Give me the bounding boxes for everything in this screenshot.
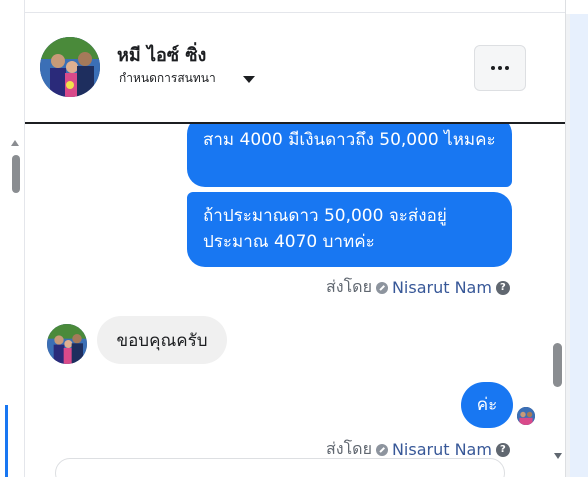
read-receipt-avatar (517, 407, 535, 425)
conversation-header: หมี ไอซ์ ซิ่ง กำหนดการสนทนา (25, 13, 565, 122)
left-panel-strip (0, 0, 25, 477)
sender-name-link[interactable]: Nisarut Nam (392, 278, 492, 297)
right-panel-divider (565, 0, 566, 477)
right-panel-top (565, 0, 588, 14)
help-icon[interactable]: ? (495, 442, 510, 457)
avatar-photo (47, 324, 87, 364)
messenger-window: หมี ไอซ์ ซิ่ง กำหนดการสนทนา สาม 4000 มีเ… (0, 0, 588, 477)
message-bubble-outgoing[interactable]: สาม 4000 มีเงินดาวถึง 50,000 ไหมคะ (187, 124, 512, 187)
more-options-button[interactable] (474, 45, 526, 91)
message-bubble-outgoing[interactable]: ถ้าประมาณดาว 50,000 จะส่งอยู่ประมาณ 4070… (187, 192, 512, 267)
avatar[interactable] (40, 37, 100, 97)
scroll-down-arrow[interactable] (554, 453, 562, 459)
composer-box[interactable] (55, 458, 505, 477)
left-scrollbar-thumb[interactable] (12, 155, 20, 193)
more-horizontal-icon (491, 66, 509, 70)
check-icon (375, 443, 388, 456)
chevron-down-icon[interactable] (243, 76, 255, 83)
message-bubble-incoming[interactable]: ขอบคุณครับ (97, 316, 227, 364)
message-list[interactable]: สาม 4000 มีเงินดาวถึง 50,000 ไหมคะ ถ้าปร… (25, 124, 565, 477)
sender-name-link[interactable]: Nisarut Nam (392, 440, 492, 459)
avatar-photo (517, 407, 535, 425)
contact-name[interactable]: หมี ไอซ์ ซิ่ง (117, 40, 206, 69)
sent-by-label: ส่งโดย Nisarut Nam ? (326, 275, 510, 300)
message-bubble-outgoing[interactable]: ค่ะ (461, 382, 513, 428)
sent-by-text: ส่งโดย (326, 277, 372, 296)
conversation-settings-label[interactable]: กำหนดการสนทนา (119, 69, 216, 88)
avatar[interactable] (47, 324, 87, 364)
check-icon (375, 281, 388, 294)
scroll-up-arrow[interactable] (11, 140, 19, 146)
right-panel-highlight (570, 14, 588, 477)
help-icon[interactable]: ? (495, 280, 510, 295)
message-scrollbar-thumb[interactable] (553, 343, 562, 387)
selected-indicator (5, 405, 8, 477)
avatar-photo (40, 37, 100, 97)
